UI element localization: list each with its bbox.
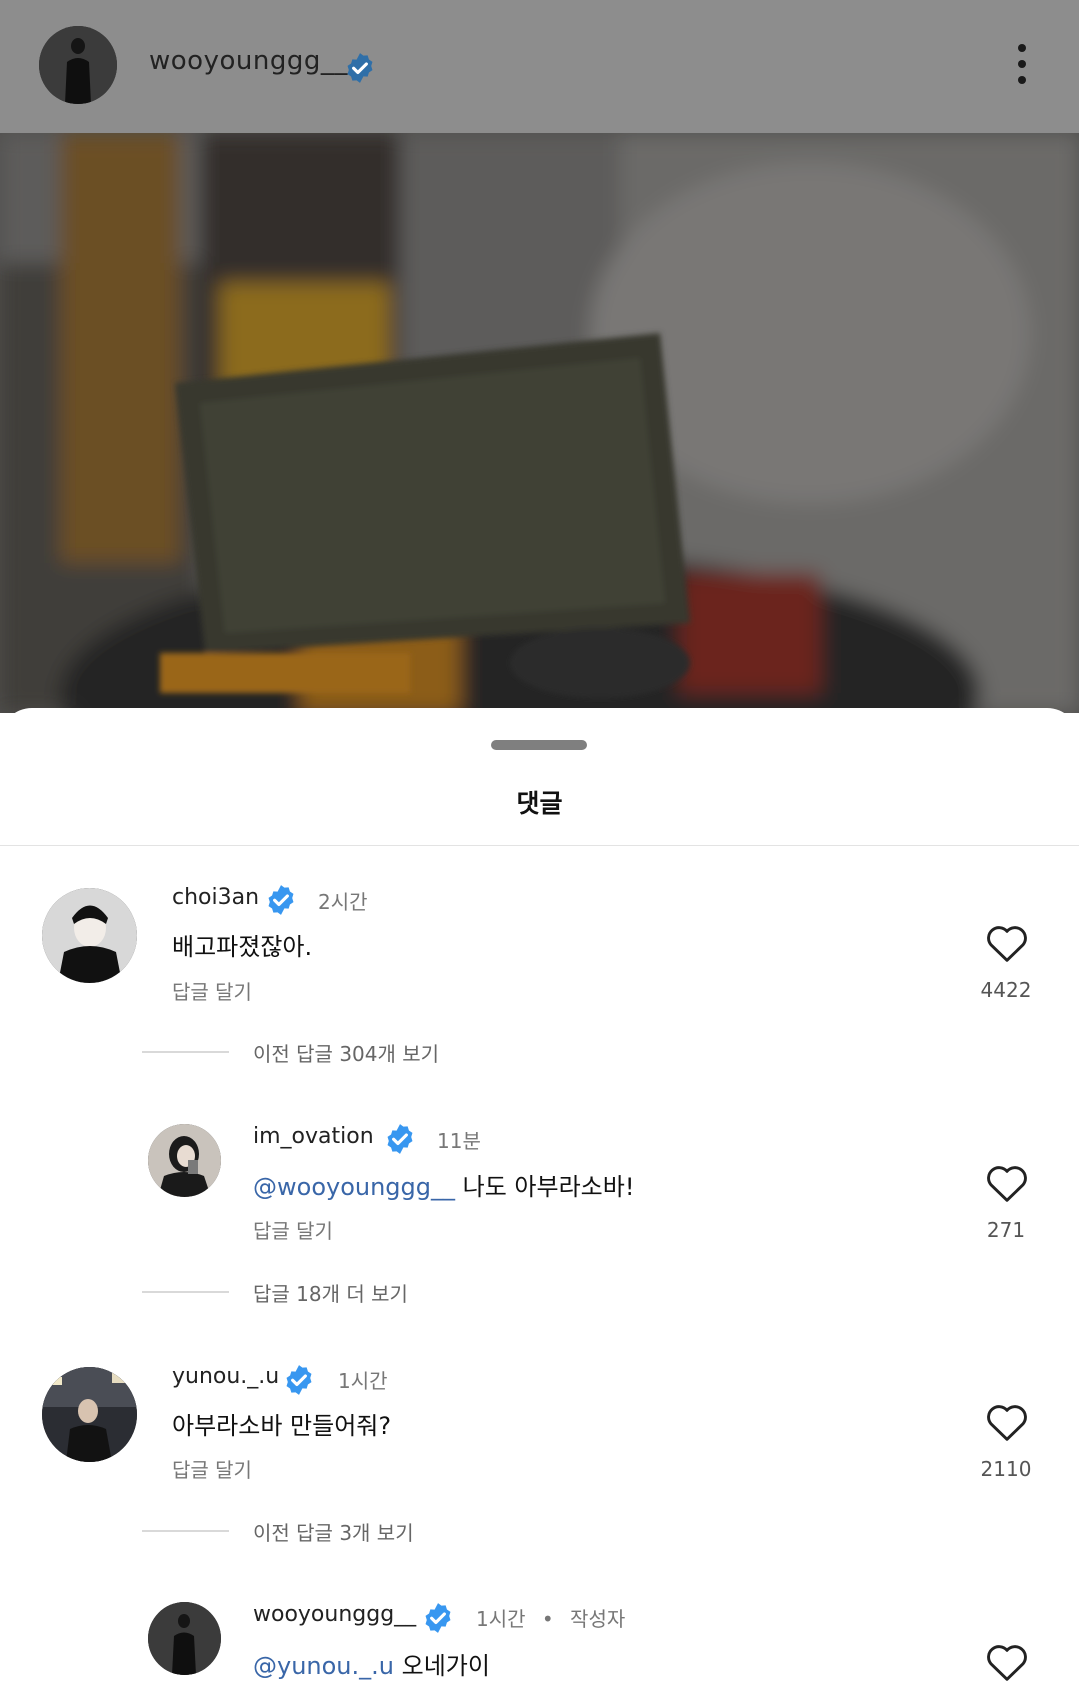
sheet-title: 댓글	[516, 789, 563, 818]
avatar[interactable]	[148, 1602, 221, 1675]
thread-line	[142, 1051, 229, 1053]
comment-time: 1시간	[338, 1369, 388, 1393]
avatar[interactable]	[42, 888, 137, 983]
sheet-drag-handle[interactable]	[491, 740, 587, 750]
like-count: 2110	[980, 1457, 1032, 1481]
view-replies-button[interactable]: 이전 답글 3개 보기	[253, 1517, 414, 1546]
reply-button[interactable]: 답글 달기	[253, 1215, 333, 1244]
more-options-icon[interactable]	[1010, 44, 1034, 88]
verified-badge-icon	[343, 51, 377, 89]
view-replies-button[interactable]: 이전 답글 304개 보기	[253, 1038, 439, 1067]
like-count: 271	[986, 1218, 1026, 1242]
view-replies-button[interactable]: 답글 18개 더 보기	[253, 1278, 408, 1307]
comment-username[interactable]: yunou._.u	[172, 1364, 279, 1389]
comment-text: 아부라소바 만들어줘?	[172, 1412, 392, 1440]
heart-icon[interactable]	[985, 923, 1029, 963]
comment-time-value: 1시간	[476, 1607, 526, 1631]
sheet-divider	[0, 845, 1079, 846]
comment-username[interactable]: wooyounggg__	[253, 1602, 416, 1627]
verified-badge-icon	[264, 883, 298, 921]
post-header: wooyounggg__	[0, 0, 1079, 133]
comment-username[interactable]: choi3an	[172, 885, 259, 910]
thread-line	[142, 1291, 229, 1293]
author-tag: 작성자	[570, 1607, 626, 1631]
mention-link[interactable]: @yunou._.u	[253, 1652, 394, 1680]
comment-time: 11분	[437, 1129, 481, 1153]
verified-badge-icon	[421, 1601, 455, 1639]
comment-text-body: 나도 아부라소바!	[455, 1173, 635, 1201]
reply-button[interactable]: 답글 달기	[172, 976, 252, 1005]
post-author-avatar[interactable]	[39, 26, 117, 104]
avatar[interactable]	[42, 1367, 137, 1462]
thread-line	[142, 1530, 229, 1532]
comment-text-body: 오네가이	[394, 1652, 490, 1680]
separator-dot: •	[541, 1607, 554, 1631]
heart-icon[interactable]	[985, 1642, 1029, 1682]
like-count: 4422	[980, 978, 1032, 1002]
comments-sheet: 댓글 choi3an 2시간 배고파졌잖아. 답글 달기 4422 이전 답글 …	[0, 708, 1079, 1697]
comment-time: 1시간 • 작성자	[476, 1603, 625, 1632]
heart-icon[interactable]	[985, 1402, 1029, 1442]
comment-username[interactable]: im_ovation	[253, 1124, 374, 1149]
comment-text: @wooyounggg__ 나도 아부라소바!	[253, 1167, 634, 1202]
post-author-username[interactable]: wooyounggg__	[149, 46, 348, 76]
comment-time: 2시간	[318, 890, 368, 914]
post-photo	[0, 133, 1079, 713]
comment-text: 배고파졌잖아.	[172, 933, 313, 961]
heart-icon[interactable]	[985, 1163, 1029, 1203]
reply-button[interactable]: 답글 달기	[172, 1454, 252, 1483]
verified-badge-icon	[383, 1122, 417, 1160]
avatar[interactable]	[148, 1124, 221, 1197]
verified-badge-icon	[282, 1363, 316, 1401]
mention-link[interactable]: @wooyounggg__	[253, 1173, 455, 1201]
comment-text: @yunou._.u 오네가이	[253, 1646, 490, 1681]
